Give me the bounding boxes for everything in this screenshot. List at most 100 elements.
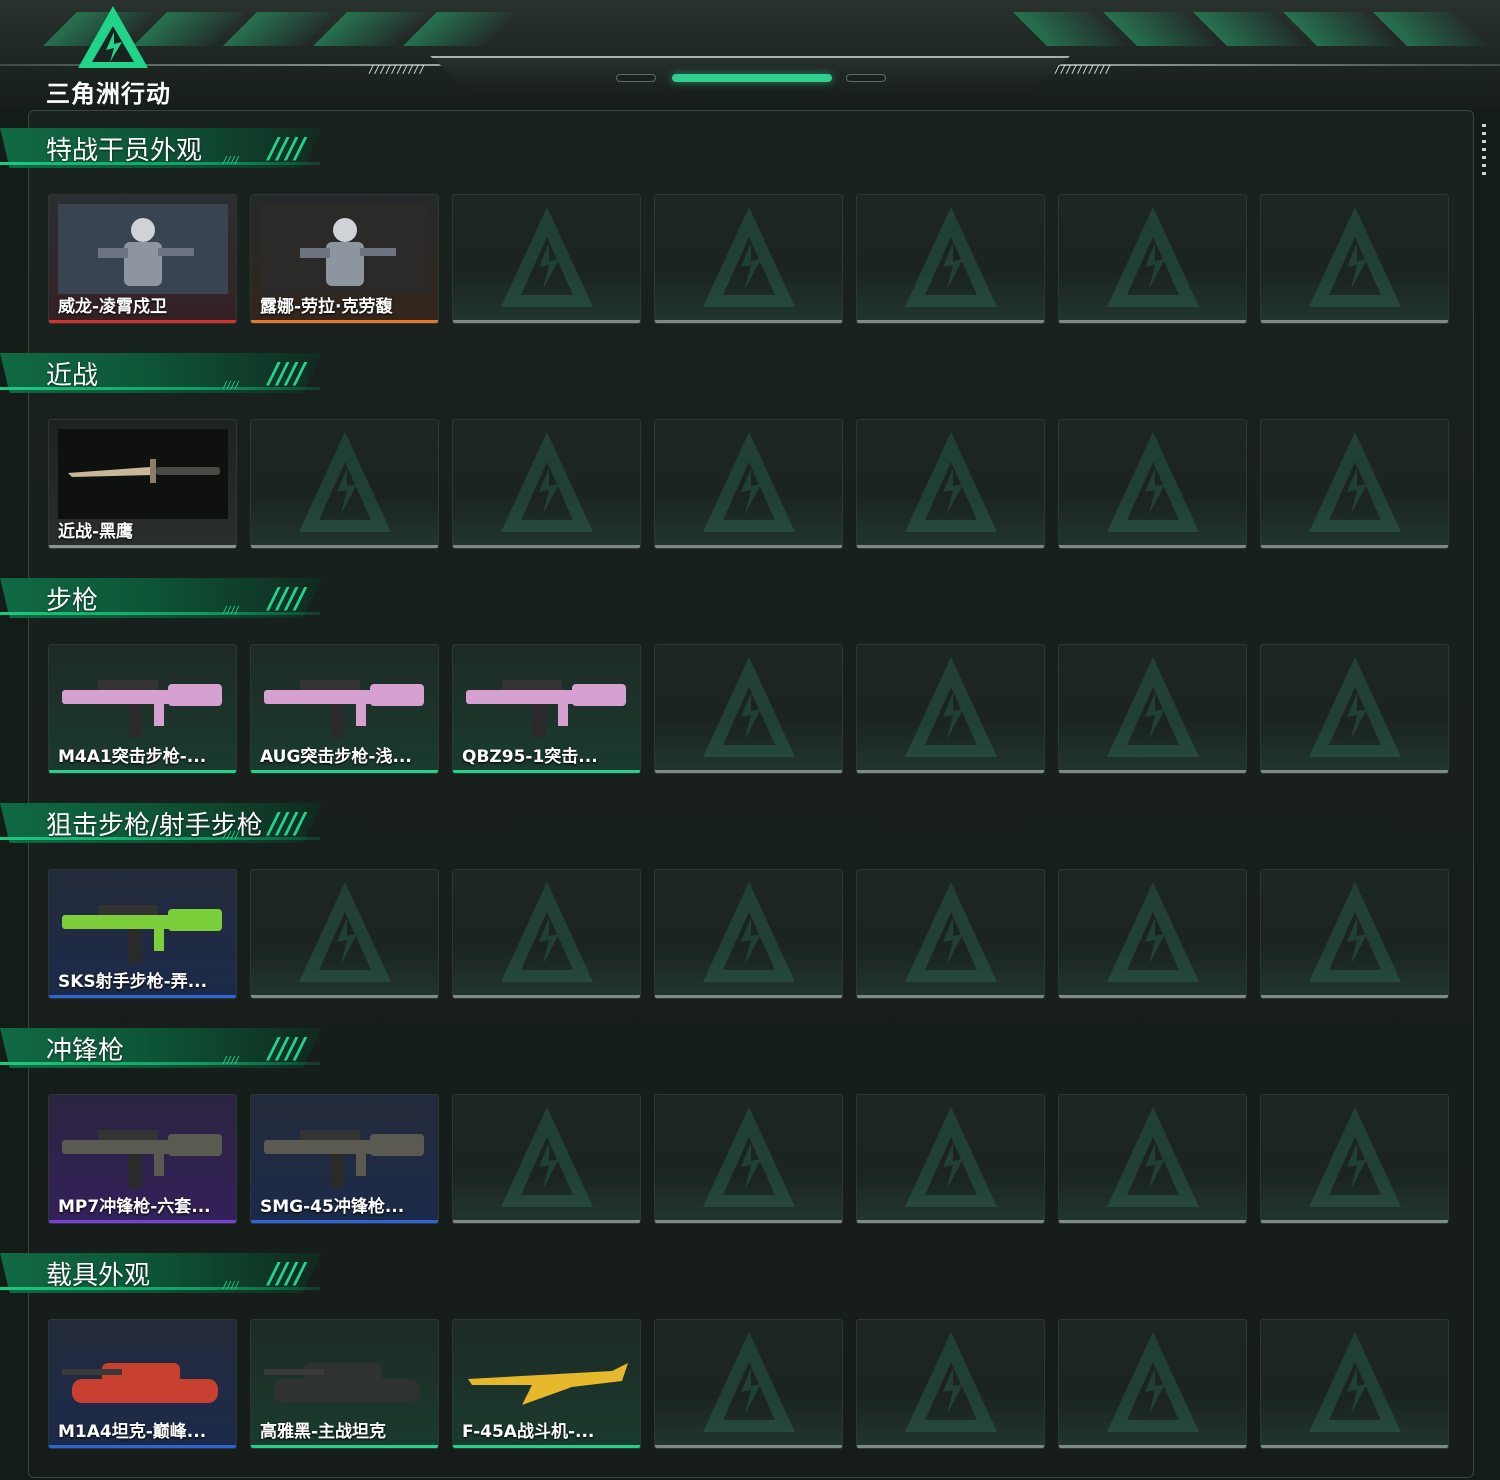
page-indicator — [846, 74, 886, 82]
empty-slot[interactable] — [654, 1319, 843, 1449]
rarity-bar — [453, 770, 640, 773]
empty-slot-logo-icon — [905, 882, 997, 982]
slot-bar — [857, 1220, 1044, 1223]
game-logo: 三角洲行动 — [46, 4, 186, 108]
operator-skin-icon — [260, 204, 430, 294]
empty-slot[interactable] — [856, 194, 1045, 324]
empty-slot-logo-icon — [703, 207, 795, 307]
empty-slot[interactable] — [1260, 644, 1449, 774]
slot-bar — [251, 545, 438, 548]
item-card[interactable]: 近战-黑鹰 — [48, 419, 237, 549]
section-header: ////////狙击步枪/射手步枪 — [0, 793, 330, 845]
empty-slot-logo-icon — [905, 432, 997, 532]
empty-slot[interactable] — [1058, 869, 1247, 999]
empty-slot[interactable] — [654, 869, 843, 999]
item-card[interactable]: M1A4坦克-巅峰... — [48, 1319, 237, 1449]
section-header: //// //// 载具外观 — [0, 1243, 330, 1295]
item-card[interactable]: AUG突击步枪-浅... — [250, 644, 439, 774]
empty-slot[interactable] — [1058, 644, 1247, 774]
logo-text: 三角洲行动 — [46, 80, 171, 108]
empty-slot[interactable] — [1260, 869, 1449, 999]
empty-slot-logo-icon — [1107, 1107, 1199, 1207]
empty-slot[interactable] — [1260, 419, 1449, 549]
slot-bar — [251, 995, 438, 998]
empty-slot-logo-icon — [1107, 1332, 1199, 1432]
empty-slot[interactable] — [452, 1094, 641, 1224]
slot-bar — [655, 320, 842, 323]
empty-slot[interactable] — [452, 419, 641, 549]
slot-bar — [857, 995, 1044, 998]
empty-slot[interactable] — [654, 419, 843, 549]
empty-slot-logo-icon — [905, 207, 997, 307]
section-header-slashes: //// — [266, 1032, 310, 1065]
empty-slot[interactable] — [654, 1094, 843, 1224]
item-name: 近战-黑鹰 — [58, 522, 134, 542]
empty-slot[interactable] — [1058, 1319, 1247, 1449]
card-row: M1A4坦克-巅峰... 高雅黑-主战坦克 F-45A战斗机-... — [48, 1319, 1452, 1449]
empty-slot[interactable] — [1260, 1319, 1449, 1449]
rarity-bar — [453, 1445, 640, 1448]
section-title: 载具外观 — [46, 1261, 151, 1291]
slot-bar — [1059, 995, 1246, 998]
empty-slot-logo-icon — [1107, 432, 1199, 532]
rarity-bar — [49, 545, 236, 548]
slot-bar — [857, 545, 1044, 548]
slot-bar — [453, 545, 640, 548]
item-name: SMG-45冲锋枪... — [260, 1197, 405, 1217]
slot-bar — [1261, 1220, 1448, 1223]
item-name: 威龙-凌霄戍卫 — [58, 297, 168, 317]
empty-slot[interactable] — [856, 1319, 1045, 1449]
rarity-bar — [251, 1220, 438, 1223]
marksman-rifle-icon — [62, 905, 222, 963]
empty-slot-logo-icon — [905, 657, 997, 757]
item-card[interactable]: 露娜-劳拉·克劳馥 — [250, 194, 439, 324]
empty-slot[interactable] — [1058, 1094, 1247, 1224]
empty-slot-logo-icon — [703, 657, 795, 757]
section-header: //// //// 步枪 — [0, 568, 330, 620]
header-ticks: ////////// — [1054, 63, 1111, 76]
rarity-bar — [49, 1220, 236, 1223]
empty-slot-logo-icon — [299, 882, 391, 982]
empty-slot-logo-icon — [1309, 882, 1401, 982]
item-name: AUG突击步枪-浅... — [260, 747, 412, 767]
empty-slot[interactable] — [250, 419, 439, 549]
slot-bar — [1059, 770, 1246, 773]
item-card[interactable]: MP7冲锋枪-六套... — [48, 1094, 237, 1224]
slot-bar — [453, 1220, 640, 1223]
item-card[interactable]: F-45A战斗机-... — [452, 1319, 641, 1449]
section-header: //// //// 特战干员外观 — [0, 118, 330, 170]
empty-slot[interactable] — [452, 869, 641, 999]
empty-slot[interactable] — [856, 644, 1045, 774]
empty-slot[interactable] — [1058, 194, 1247, 324]
section-header-slashes: //// — [266, 582, 310, 615]
empty-slot[interactable] — [1260, 1094, 1449, 1224]
empty-slot[interactable] — [856, 1094, 1045, 1224]
item-card[interactable]: 威龙-凌霄戍卫 — [48, 194, 237, 324]
empty-slot[interactable] — [856, 419, 1045, 549]
section-header-ticks: //// — [222, 1055, 240, 1066]
empty-slot-logo-icon — [1309, 1332, 1401, 1432]
section-title: 特战干员外观 — [46, 136, 203, 166]
empty-slot[interactable] — [250, 869, 439, 999]
item-card[interactable]: SKS射手步枪-弄... — [48, 869, 237, 999]
empty-slot[interactable] — [452, 194, 641, 324]
section-title: 冲锋枪 — [46, 1036, 125, 1066]
empty-slot[interactable] — [654, 644, 843, 774]
item-card[interactable]: QBZ95-1突击... — [452, 644, 641, 774]
empty-slot[interactable] — [1058, 419, 1247, 549]
empty-slot-logo-icon — [501, 207, 593, 307]
operator-skin-icon — [58, 204, 228, 294]
item-card[interactable]: 高雅黑-主战坦克 — [250, 1319, 439, 1449]
section-header-slashes: //// — [266, 132, 310, 165]
item-name: 露娜-劳拉·克劳馥 — [260, 297, 393, 317]
empty-slot[interactable] — [1260, 194, 1449, 324]
section-header: //// //// 冲锋枪 — [0, 1018, 330, 1070]
empty-slot-logo-icon — [905, 1332, 997, 1432]
empty-slot[interactable] — [654, 194, 843, 324]
empty-slot[interactable] — [856, 869, 1045, 999]
rarity-bar — [49, 770, 236, 773]
item-section: //// //// 近战 近战-黑鹰 — [0, 343, 1500, 568]
item-card[interactable]: SMG-45冲锋枪... — [250, 1094, 439, 1224]
slot-bar — [655, 545, 842, 548]
item-card[interactable]: M4A1突击步枪-... — [48, 644, 237, 774]
